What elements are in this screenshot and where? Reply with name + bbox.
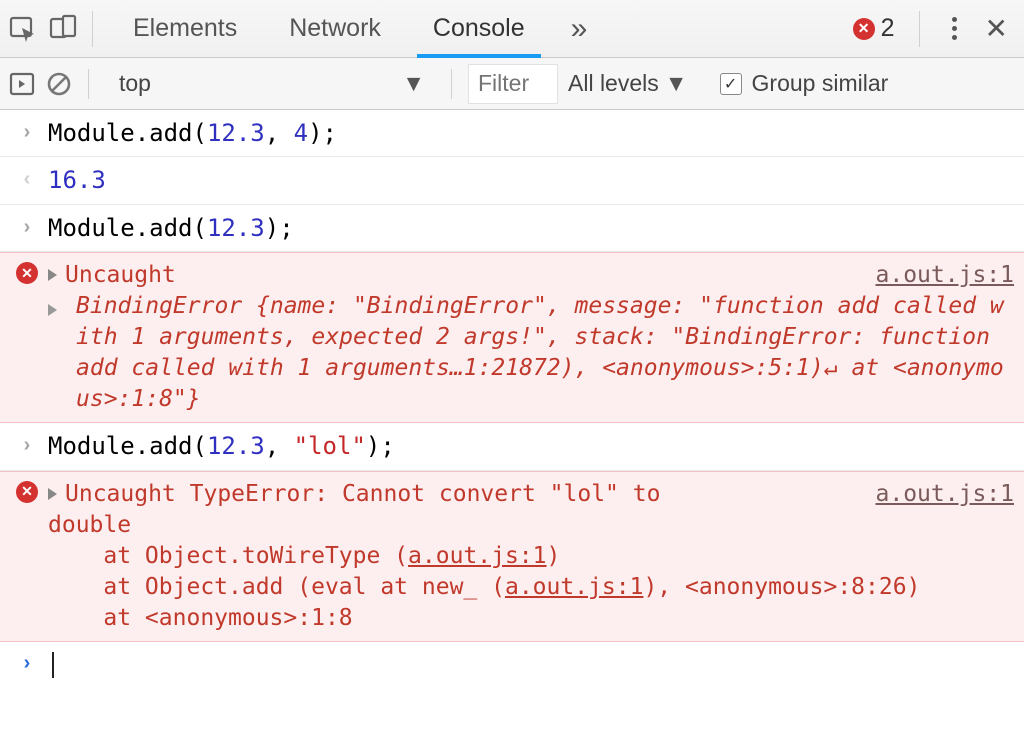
close-devtools-icon[interactable]: ✕	[975, 12, 1018, 45]
console-input[interactable]	[48, 652, 54, 680]
stack-frame: at <anonymous>:1:8	[48, 603, 1014, 634]
divider	[919, 11, 920, 47]
tab-overflow[interactable]: »	[551, 0, 608, 57]
divider	[92, 11, 93, 47]
levels-label: All levels	[568, 70, 659, 97]
device-toggle-icon[interactable]	[48, 14, 78, 44]
execution-context-select[interactable]: top ▼	[105, 65, 435, 103]
error-message: double	[48, 510, 1014, 541]
disclosure-triangle-icon[interactable]	[48, 488, 57, 500]
panel-tabs: Elements Network Console »	[107, 0, 607, 57]
console-result: 16.3	[48, 164, 1014, 196]
toggle-sidebar-icon[interactable]	[8, 70, 36, 98]
source-link[interactable]: a.out.js:1	[505, 574, 643, 600]
input-caret-icon: ›	[24, 214, 31, 244]
inspect-element-icon[interactable]	[8, 14, 38, 44]
stack-frame: at Object.toWireType (a.out.js:1)	[48, 541, 1014, 572]
error-count: 2	[881, 14, 895, 43]
chevron-down-icon: ▼	[665, 70, 688, 97]
console-prompt-row[interactable]: ›	[0, 642, 1024, 690]
more-menu-icon[interactable]	[944, 17, 965, 40]
log-levels-select[interactable]: All levels ▼	[568, 70, 688, 97]
console-toolbar: top ▼ All levels ▼ ✓ Group similar	[0, 58, 1024, 110]
source-link[interactable]: a.out.js:1	[408, 543, 546, 569]
console-input-row: › Module.add(12.3);	[0, 205, 1024, 252]
tabbar-right: ✕ 2 ✕	[853, 11, 1018, 47]
tab-elements[interactable]: Elements	[107, 0, 263, 57]
disclosure-triangle-icon[interactable]	[48, 269, 57, 281]
result-caret-icon: ‹	[24, 166, 31, 196]
error-message: Uncaught TypeError: Cannot convert "lol"…	[65, 481, 660, 507]
disclosure-triangle-icon[interactable]	[48, 304, 57, 316]
prompt-caret-icon: ›	[24, 652, 31, 680]
error-icon: ✕	[853, 18, 875, 40]
toolbar-left-icons	[8, 14, 78, 44]
divider	[451, 69, 452, 99]
stack-frame: at Object.add (eval at new_ (a.out.js:1)…	[48, 572, 1014, 603]
error-object: BindingError {name: "BindingError", mess…	[76, 291, 1014, 415]
console-error-row: ✕ Uncaught TypeError: Cannot convert "lo…	[0, 471, 1024, 642]
input-caret-icon: ›	[24, 432, 31, 462]
clear-console-icon[interactable]	[46, 71, 72, 97]
console-error-row: ✕ Uncaught a.out.js:1 BindingError {name…	[0, 252, 1024, 423]
error-heading: Uncaught	[65, 262, 176, 288]
source-link[interactable]: a.out.js:1	[876, 260, 1014, 291]
devtools-tabbar: Elements Network Console » ✕ 2 ✕	[0, 0, 1024, 58]
group-similar-checkbox[interactable]: ✓	[720, 73, 742, 95]
context-label: top	[119, 70, 151, 97]
tab-network[interactable]: Network	[263, 0, 407, 57]
console-result-row: ‹ 16.3	[0, 157, 1024, 204]
console-expression: Module.add(12.3, "lol");	[48, 430, 1014, 462]
source-link[interactable]: a.out.js:1	[876, 479, 1014, 510]
tab-console[interactable]: Console	[407, 0, 551, 57]
filter-input[interactable]	[468, 64, 558, 104]
console-expression: Module.add(12.3);	[48, 212, 1014, 244]
console-output: › Module.add(12.3, 4); ‹ 16.3 › Module.a…	[0, 110, 1024, 690]
text-cursor	[52, 652, 54, 678]
console-input-row: › Module.add(12.3, 4);	[0, 110, 1024, 157]
input-caret-icon: ›	[24, 119, 31, 149]
error-icon: ✕	[16, 481, 38, 503]
console-input-row: › Module.add(12.3, "lol");	[0, 423, 1024, 470]
group-similar-label: Group similar	[752, 70, 889, 97]
chevron-down-icon: ▼	[402, 70, 425, 97]
error-count-badge[interactable]: ✕ 2	[853, 14, 895, 43]
error-icon: ✕	[16, 262, 38, 284]
console-expression: Module.add(12.3, 4);	[48, 117, 1014, 149]
divider	[88, 69, 89, 99]
